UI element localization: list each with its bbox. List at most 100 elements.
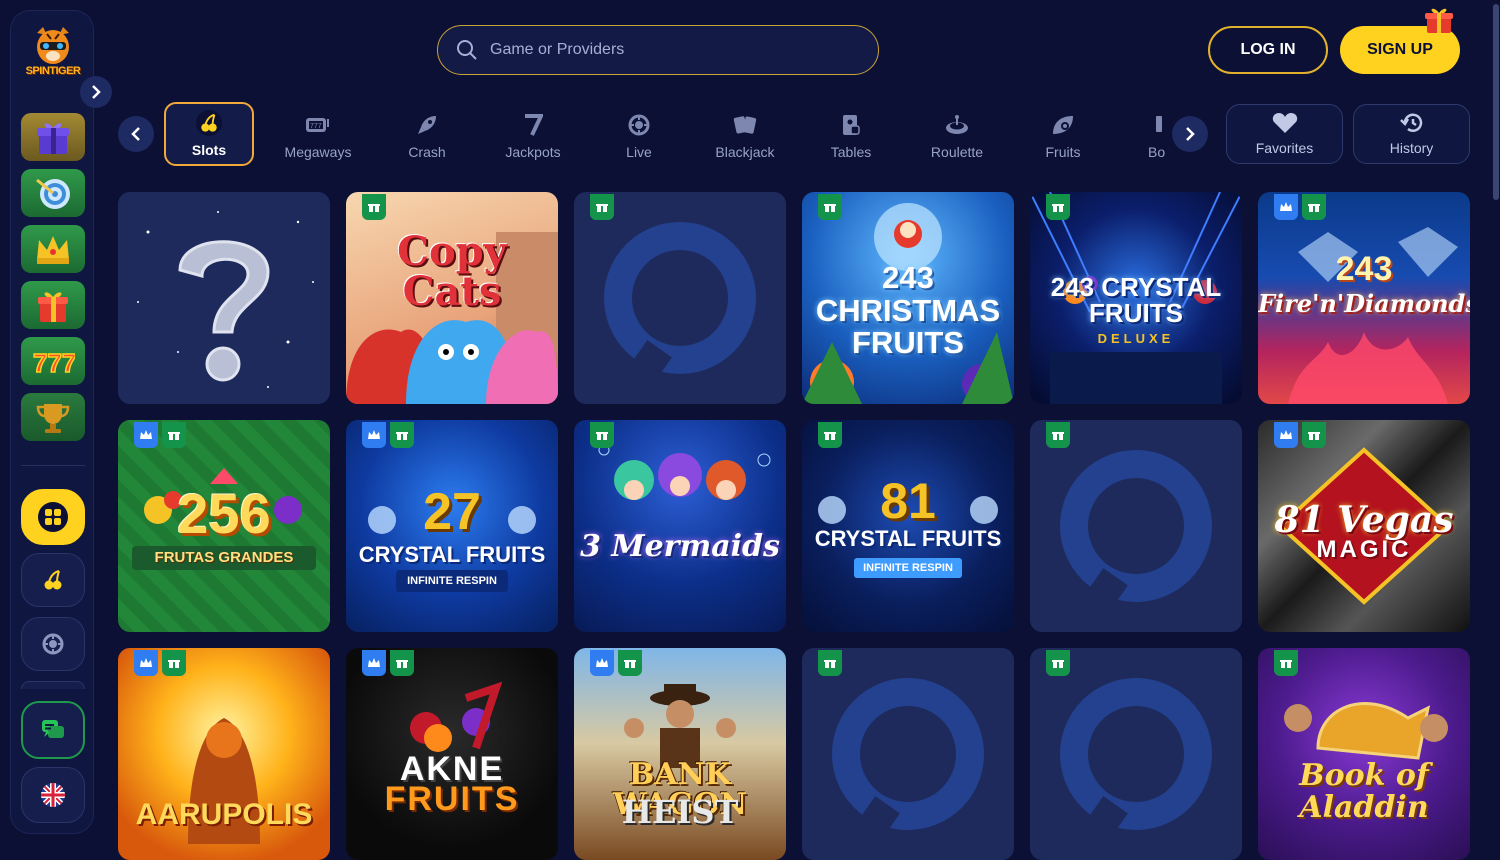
sidebar-promo-crown[interactable]: [21, 225, 85, 273]
game-tile-copy-cats[interactable]: Copy Cats: [346, 192, 558, 404]
tab-roulette[interactable]: Roulette: [912, 102, 1002, 166]
game-tile-loading[interactable]: [1030, 420, 1242, 632]
login-button[interactable]: LOG IN: [1208, 26, 1328, 74]
game-tile-book-of-aladdin[interactable]: Book of Aladdin: [1258, 648, 1470, 860]
loading-spinner-icon: [1060, 678, 1212, 830]
tile-badges: [362, 194, 386, 220]
tab-megaways[interactable]: 777 Megaways: [273, 102, 363, 166]
bonus-icon: [1154, 112, 1164, 138]
crown-badge-icon: [590, 650, 614, 676]
game-title: 256: [177, 482, 271, 545]
lucky-seven-icon: 777: [32, 347, 75, 378]
game-tile-81-crystal-fruits[interactable]: 81 CRYSTAL FRUITS INFINITE RESPIN: [802, 420, 1014, 632]
game-tile-3-mermaids[interactable]: 3 Mermaids: [574, 420, 786, 632]
game-tile-256-frutas-grandes[interactable]: 256 FRUTAS GRANDES: [118, 420, 330, 632]
game-tile-27-crystal-fruits[interactable]: 27 CRYSTAL FRUITS INFINITE RESPIN: [346, 420, 558, 632]
loading-spinner-icon: [832, 678, 984, 830]
live-chat-button[interactable]: [21, 701, 85, 759]
tile-badges: [362, 422, 414, 448]
game-tile-243-crystal-fruits-deluxe[interactable]: 243 CRYSTAL FRUITS DELUXE: [1030, 192, 1242, 404]
game-tile-loading[interactable]: [1030, 648, 1242, 860]
game-tile-81-vegas-magic[interactable]: 81 Vegas MAGIC: [1258, 420, 1470, 632]
game-tile-loading[interactable]: [574, 192, 786, 404]
target-icon: [36, 178, 70, 209]
game-tile-loading[interactable]: [802, 648, 1014, 860]
gift-badge-icon: [818, 194, 842, 220]
game-tile-243-fire-n-diamonds[interactable]: 243 Fire'n'Diamonds: [1258, 192, 1470, 404]
favorites-button[interactable]: Favorites: [1226, 104, 1343, 164]
aladdin-art: [1284, 702, 1448, 760]
live-shortcut-button[interactable]: [21, 617, 85, 671]
game-title: 243 CRYSTAL FRUITS: [1050, 272, 1222, 328]
tab-jackpots[interactable]: Jackpots: [488, 102, 578, 166]
game-title-number: 243: [1335, 250, 1393, 288]
table-cards-icon: [838, 112, 864, 138]
game-tile-mystery[interactable]: [118, 192, 330, 404]
tab-slots[interactable]: Slots: [164, 102, 254, 166]
tab-blackjack[interactable]: Blackjack: [700, 102, 790, 166]
sidebar-promo-777[interactable]: 777: [21, 337, 85, 385]
sidebar-promo-target[interactable]: [21, 169, 85, 217]
mermaids-art: [598, 444, 771, 500]
sidebar-promo-present[interactable]: [21, 281, 85, 329]
all-games-button[interactable]: [21, 489, 85, 545]
tile-badges: [1046, 194, 1070, 220]
tile-badges: [818, 422, 842, 448]
cards-icon: [732, 112, 758, 138]
sidebar-promo-trophy[interactable]: [21, 393, 85, 441]
crown-badge-icon: [1274, 422, 1298, 448]
gift-badge-icon: [162, 650, 186, 676]
history-icon: [1399, 113, 1422, 132]
tile-badges: [134, 650, 186, 676]
more-shortcut-button[interactable]: [21, 681, 85, 689]
categories-prev-button[interactable]: [118, 116, 154, 152]
slots-shortcut-button[interactable]: [21, 553, 85, 607]
tab-tables[interactable]: Tables: [806, 102, 896, 166]
game-title: 81 Vegas: [1274, 499, 1454, 541]
game-tile-243-christmas-fruits[interactable]: 243 CHRISTMAS FRUITS: [802, 192, 1014, 404]
tab-crash[interactable]: Crash: [382, 102, 472, 166]
favorites-label: Favorites: [1255, 140, 1314, 156]
gift-badge-icon: [1046, 194, 1070, 220]
game-title: 27: [423, 483, 481, 541]
sidebar-promo-gift-box[interactable]: [21, 113, 85, 161]
tab-label: Roulette: [930, 144, 984, 160]
gift-badge-icon: [362, 194, 386, 220]
language-button[interactable]: [21, 767, 85, 823]
tab-bonus[interactable]: Bo: [1124, 102, 1170, 166]
game-subtitle: DELUXE: [1097, 331, 1175, 346]
categories-next-button[interactable]: [1172, 116, 1208, 152]
sidebar-expand-button[interactable]: [80, 76, 112, 108]
tab-fruits[interactable]: Fruits: [1018, 102, 1108, 166]
page-scrollbar[interactable]: [1492, 0, 1500, 844]
history-label: History: [1389, 140, 1434, 156]
gift-badge-icon: [590, 194, 614, 220]
game-tile-bank-wagon-heist[interactable]: BANK WAGON HEIST: [574, 648, 786, 860]
spintiger-logo[interactable]: SPINTIGER: [23, 25, 83, 81]
gift-badge-icon: [162, 422, 186, 448]
tile-badges: [1274, 194, 1326, 220]
gift-badge-icon: [618, 650, 642, 676]
crown-badge-icon: [362, 650, 386, 676]
tab-label: Fruits: [1045, 144, 1081, 160]
search-bar[interactable]: Game or Providers: [437, 25, 879, 75]
tile-badges: [818, 650, 842, 676]
slot-machine-icon: 777: [305, 112, 331, 138]
category-strip: Slots 777 Megaways Crash Jackpots Live B…: [164, 102, 1170, 166]
trophy-icon: [36, 404, 70, 433]
tab-label: Megaways: [284, 144, 352, 160]
crown-badge-icon: [1274, 194, 1298, 220]
game-tile-akne-fruits[interactable]: AKNE FRUITS: [346, 648, 558, 860]
gift-badge-icon: [590, 422, 614, 448]
scrollbar-thumb[interactable]: [1493, 4, 1499, 200]
history-button[interactable]: History: [1353, 104, 1470, 164]
tab-label: Jackpots: [505, 144, 561, 160]
game-title: 81: [880, 473, 936, 529]
tab-live[interactable]: Live: [594, 102, 684, 166]
tile-badges: [818, 194, 842, 220]
tab-label: Tables: [830, 144, 872, 160]
search-input[interactable]: Game or Providers: [490, 41, 624, 59]
game-tile-aarupolis[interactable]: AARUPOLIS: [118, 648, 330, 860]
game-title: 3 Mermaids: [580, 529, 780, 564]
cherry-icon: [44, 570, 62, 590]
